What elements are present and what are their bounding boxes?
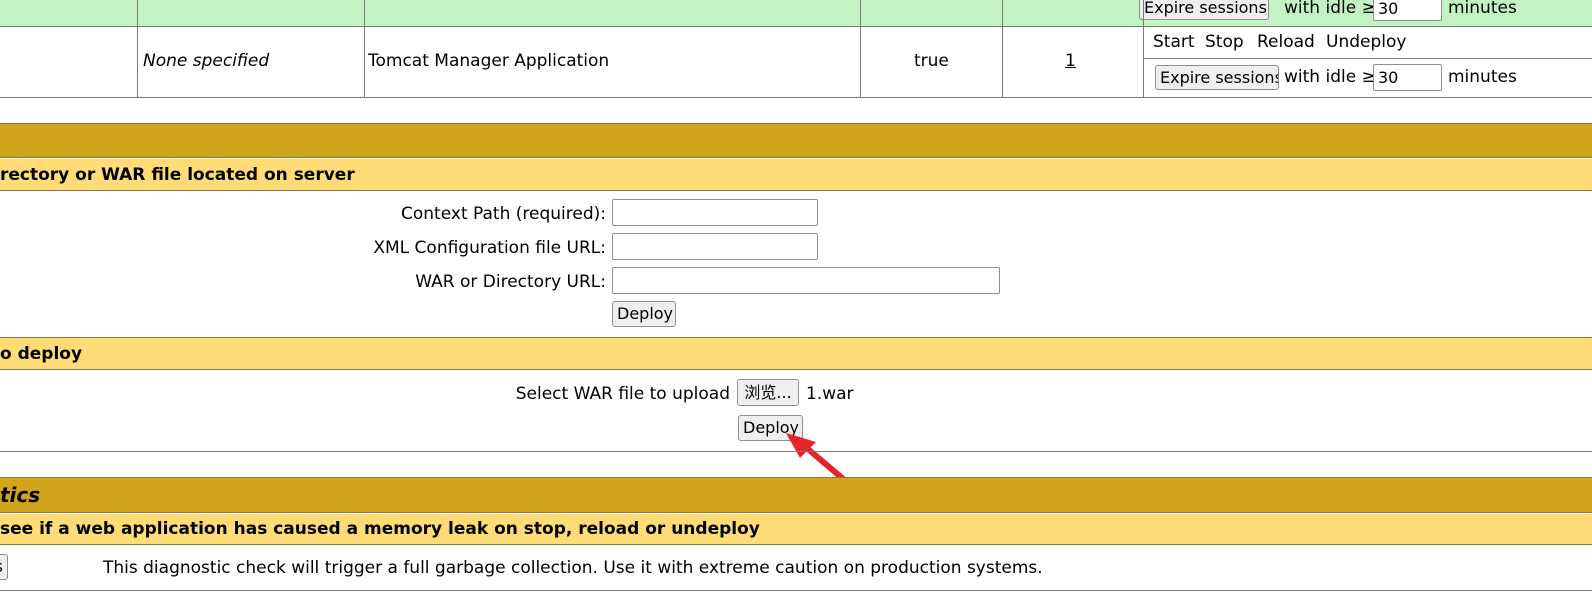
version-cell: None specified [143,51,270,71]
row-divider [0,26,1592,27]
diagnostics-header: tics [0,477,1592,513]
war-dir-url-input[interactable] [612,267,1000,294]
col-sep-2 [364,0,365,98]
deploy-section-header [0,123,1592,158]
reload-command[interactable]: Reload [1257,32,1315,52]
deploy-server-subheader-title: rectory or WAR file located on server [0,165,355,185]
find-leaks-button[interactable]: s [0,554,8,580]
war-dir-url-label: WAR or Directory URL: [415,272,606,292]
minutes-label: minutes [1448,67,1517,87]
deploy-upload-subheader: o deploy [0,337,1592,370]
col-sep-3 [860,0,861,98]
col-sep-1 [137,0,138,98]
with-idle-label-partial: with idle ≥ [1284,0,1376,18]
display-name-cell: Tomcat Manager Application [368,51,610,71]
sessions-link[interactable]: 1 [1065,51,1076,71]
commands-divider [1143,58,1592,59]
expire-sessions-button[interactable]: Expire sessions [1155,65,1279,90]
start-command[interactable]: Start [1153,32,1195,52]
memory-leak-subheader-title: see if a web application has caused a me… [0,519,760,539]
select-war-label: Select WAR file to upload [515,384,730,404]
browse-button[interactable]: 浏览... [737,379,799,406]
memory-leak-subheader: see if a web application has caused a me… [0,514,1592,545]
xml-config-label: XML Configuration file URL: [373,238,606,258]
undeploy-command[interactable]: Undeploy [1326,32,1406,52]
col-sep-5 [1143,0,1144,98]
with-idle-label: with idle ≥ [1284,67,1376,87]
stop-command[interactable]: Stop [1205,32,1244,52]
context-path-label: Context Path (required): [401,204,606,224]
diagnostic-note: This diagnostic check will trigger a ful… [103,558,1043,578]
context-path-input[interactable] [612,199,818,226]
upload-bottom-border [0,451,1592,452]
table-bottom-border [0,97,1592,98]
minutes-label-partial: minutes [1448,0,1517,18]
selected-file-name: 1.war [806,384,854,404]
col-sep-4 [1002,0,1003,98]
deploy-server-subheader: rectory or WAR file located on server [0,159,1592,191]
deploy-server-button[interactable]: Deploy [612,301,676,327]
xml-config-input[interactable] [612,233,818,260]
running-cell: true [914,51,949,71]
expire-sessions-button-partial[interactable]: Expire sessions [1139,0,1269,20]
diagnostics-bottom-border [0,590,1592,591]
idle-input[interactable] [1373,64,1442,91]
deploy-upload-subheader-title: o deploy [0,344,83,364]
idle-input-partial[interactable] [1373,0,1442,21]
diagnostics-title: tics [0,483,41,507]
